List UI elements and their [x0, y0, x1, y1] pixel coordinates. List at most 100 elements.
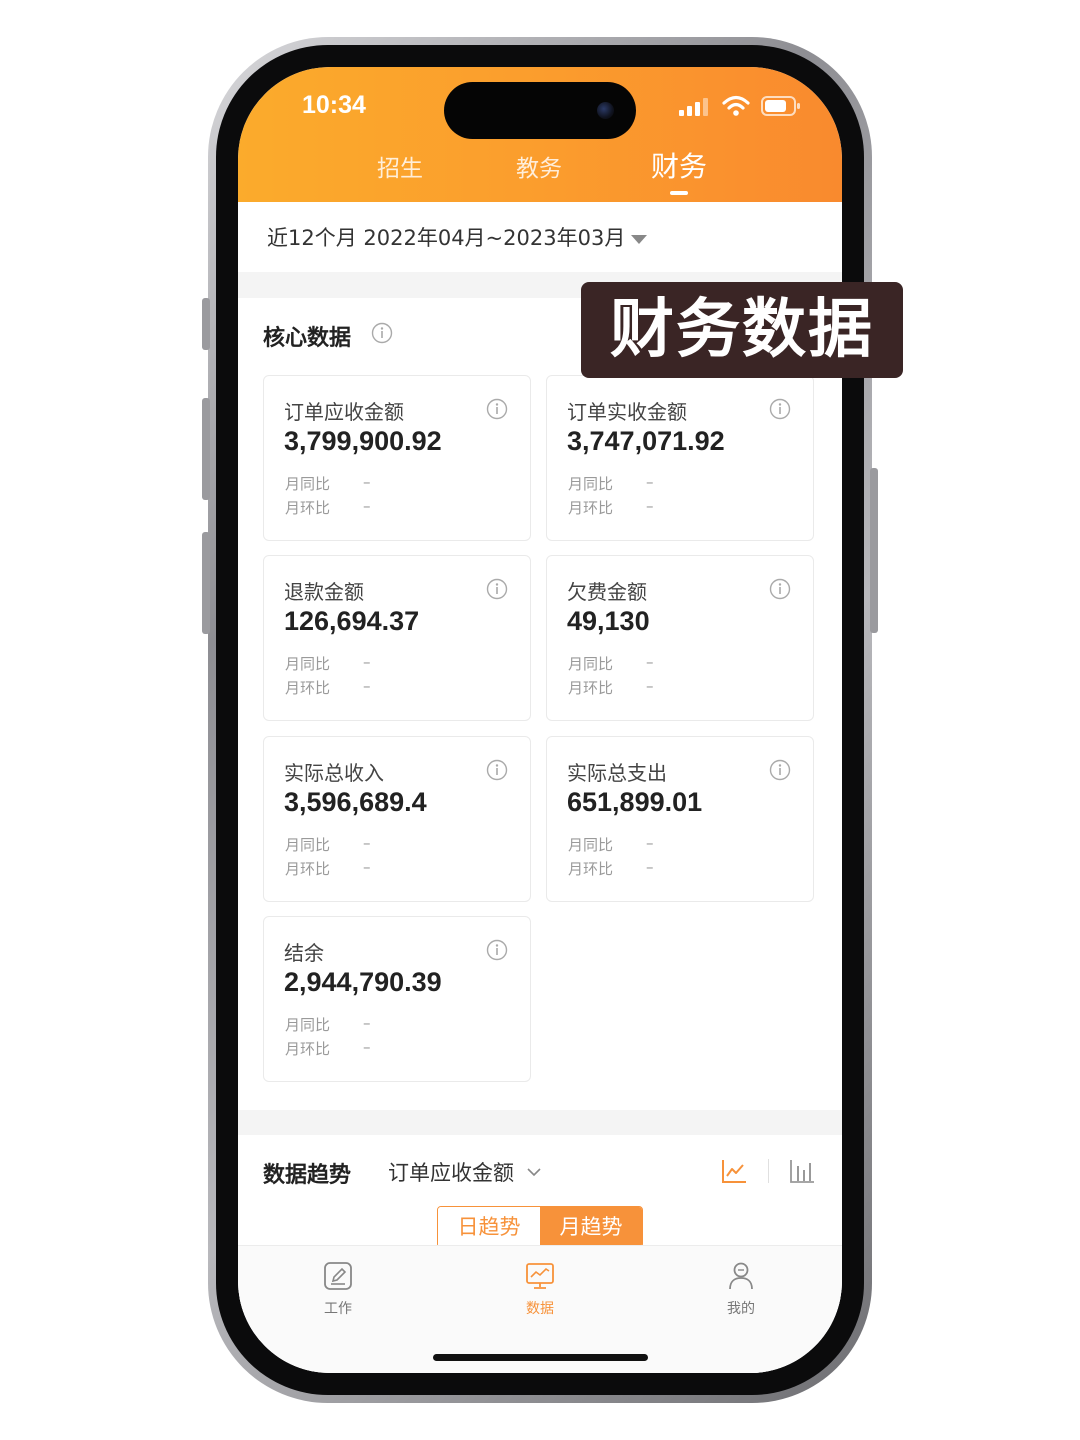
yoy-row: 月同比 –	[285, 473, 371, 494]
nav-data[interactable]: 数据	[500, 1260, 580, 1318]
metric-value: 126,694.37	[284, 606, 420, 636]
yoy-row: 月同比 –	[285, 653, 371, 674]
mom-row: 月环比 –	[568, 677, 654, 698]
camera-icon	[597, 102, 614, 119]
power-button	[870, 468, 878, 633]
metric-label: 订单实收金额	[567, 400, 687, 424]
mom-value: –	[363, 497, 371, 515]
mom-row: 月环比 –	[568, 497, 654, 518]
tab-academic[interactable]: 教务	[516, 149, 562, 183]
signal-icon	[679, 98, 708, 116]
metric-card-order-received[interactable]: 订单实收金额 3,747,071.92 月同比 – 月环比 –	[546, 375, 814, 541]
line-chart-icon[interactable]	[720, 1157, 748, 1185]
yoy-value: –	[646, 653, 654, 671]
info-icon[interactable]	[486, 759, 508, 781]
caret-down-icon	[631, 234, 648, 244]
yoy-row: 月同比 –	[285, 1014, 371, 1035]
data-monitor-icon	[526, 1263, 554, 1289]
yoy-label: 月同比	[568, 655, 614, 673]
yoy-value: –	[363, 473, 371, 491]
icon-divider	[768, 1159, 769, 1183]
trend-title: 数据趋势	[263, 1163, 352, 1188]
home-indicator[interactable]	[433, 1354, 648, 1361]
yoy-row: 月同比 –	[568, 653, 654, 674]
bar-chart-icon[interactable]	[788, 1157, 816, 1185]
core-data-title: 核心数据	[263, 326, 352, 351]
mom-row: 月环比 –	[285, 858, 371, 879]
mom-row: 月环比 –	[568, 858, 654, 879]
mom-value: –	[646, 677, 654, 695]
nav-label: 工作	[324, 1301, 352, 1317]
info-icon[interactable]	[486, 398, 508, 420]
metric-card-arrears[interactable]: 欠费金额 49,130 月同比 – 月环比 –	[546, 555, 814, 721]
yoy-value: –	[646, 473, 654, 491]
profile-icon	[729, 1262, 753, 1290]
info-icon[interactable]	[769, 759, 791, 781]
mom-value: –	[646, 497, 654, 515]
nav-profile[interactable]: 我的	[701, 1260, 781, 1318]
metric-card-total-income[interactable]: 实际总收入 3,596,689.4 月同比 – 月环比 –	[263, 736, 531, 902]
status-time: 10:34	[302, 91, 366, 119]
month-trend-button[interactable]: 月趋势	[540, 1207, 642, 1247]
yoy-value: –	[363, 1014, 371, 1032]
metric-card-balance[interactable]: 结余 2,944,790.39 月同比 – 月环比 –	[263, 916, 531, 1082]
yoy-label: 月同比	[285, 475, 331, 493]
info-icon[interactable]	[371, 322, 393, 344]
app-header: 10:34 招生 教务 财务	[238, 67, 842, 202]
edit-icon	[324, 1262, 352, 1290]
metric-label: 实际总支出	[567, 761, 667, 785]
tab-finance[interactable]: 财务	[651, 145, 707, 185]
dynamic-island	[444, 82, 636, 139]
metric-label: 实际总收入	[284, 761, 384, 785]
metric-value: 3,799,900.92	[284, 426, 442, 456]
metric-label: 欠费金额	[567, 580, 647, 604]
battery-icon	[761, 96, 800, 116]
action-button	[202, 298, 210, 350]
metric-value: 651,899.01	[567, 787, 703, 817]
core-data-section: 核心数据 订单应收金额 3,799,900.92 月同比 – 月环比 – 订单实收金…	[238, 298, 842, 1110]
mom-label: 月环比	[568, 499, 614, 517]
metric-label: 订单应收金额	[284, 400, 404, 424]
info-icon[interactable]	[769, 398, 791, 420]
metric-card-order-receivable[interactable]: 订单应收金额 3,799,900.92 月同比 – 月环比 –	[263, 375, 531, 541]
mom-row: 月环比 –	[285, 677, 371, 698]
tab-enrollment[interactable]: 招生	[377, 149, 423, 183]
metric-value: 3,747,071.92	[567, 426, 725, 456]
date-filter-bar: 近12个月 2022年04月~2023年03月	[238, 202, 842, 272]
info-icon[interactable]	[769, 578, 791, 600]
mom-label: 月环比	[568, 679, 614, 697]
nav-work[interactable]: 工作	[298, 1260, 378, 1318]
yoy-value: –	[646, 834, 654, 852]
date-range-label: 近12个月 2022年04月~2023年03月	[267, 226, 626, 250]
yoy-label: 月同比	[568, 836, 614, 854]
active-tab-indicator	[670, 191, 688, 195]
date-range-selector[interactable]: 近12个月 2022年04月~2023年03月	[267, 222, 648, 252]
yoy-label: 月同比	[285, 655, 331, 673]
mom-value: –	[363, 858, 371, 876]
trend-metric-selector[interactable]: 订单应收金额	[388, 1157, 541, 1187]
mom-row: 月环比 –	[285, 1038, 371, 1059]
info-icon[interactable]	[486, 939, 508, 961]
overlay-caption: 财务数据	[581, 282, 903, 378]
day-trend-button[interactable]: 日趋势	[438, 1207, 540, 1247]
chevron-down-icon	[527, 1168, 541, 1177]
yoy-row: 月同比 –	[568, 834, 654, 855]
mom-value: –	[363, 1038, 371, 1056]
metric-card-refund[interactable]: 退款金额 126,694.37 月同比 – 月环比 –	[263, 555, 531, 721]
mom-label: 月环比	[285, 499, 331, 517]
wifi-icon	[722, 95, 750, 116]
screen: 10:34 招生 教务 财务 近12个月 2022年04月~2023年03月 核…	[238, 67, 842, 1373]
mom-label: 月环比	[568, 860, 614, 878]
mom-label: 月环比	[285, 860, 331, 878]
metric-value: 2,944,790.39	[284, 967, 442, 997]
volume-down-button	[202, 532, 210, 634]
mom-label: 月环比	[285, 679, 331, 697]
yoy-value: –	[363, 653, 371, 671]
mom-label: 月环比	[285, 1040, 331, 1058]
info-icon[interactable]	[486, 578, 508, 600]
mom-value: –	[363, 677, 371, 695]
metric-card-total-expense[interactable]: 实际总支出 651,899.01 月同比 – 月环比 –	[546, 736, 814, 902]
trend-period-toggle: 日趋势 月趋势	[437, 1206, 643, 1248]
mom-value: –	[646, 858, 654, 876]
volume-up-button	[202, 398, 210, 500]
